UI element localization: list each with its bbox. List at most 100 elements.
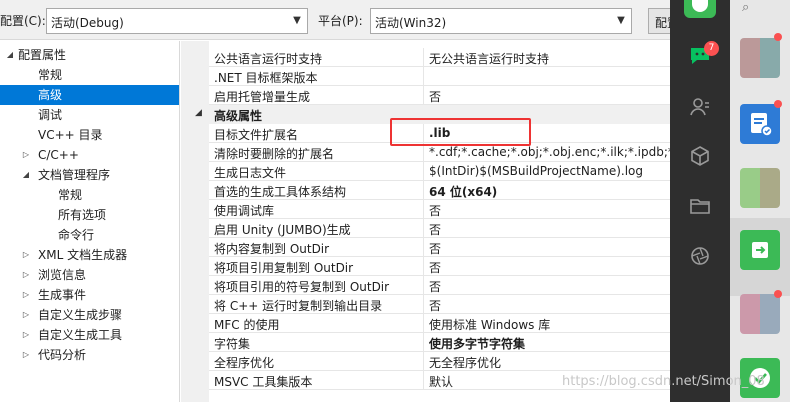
tree-item-label: VC++ 目录 [38, 128, 103, 142]
collapse-icon[interactable]: ◢ [195, 108, 202, 118]
property-name: 使用调试库 [214, 204, 275, 218]
expander-icon[interactable]: ▷ [20, 265, 32, 285]
property-name: .NET 目标框架版本 [214, 71, 318, 85]
property-value[interactable]: 64 位(x64) [429, 183, 497, 200]
property-name: 目标文件扩展名 [214, 128, 299, 142]
property-name: 将内容复制到 OutDir [214, 242, 330, 256]
property-row[interactable]: 生成日志文件 $(IntDir)$(MSBuildProjectName).lo… [181, 162, 670, 181]
property-value[interactable]: 否 [429, 221, 441, 238]
expander-icon[interactable]: ▷ [20, 325, 32, 345]
expander-icon[interactable]: ▷ [20, 145, 32, 165]
property-row[interactable]: 启用 Unity (JUMBO)生成 否 [181, 219, 670, 238]
property-value[interactable]: *.cdf;*.cache;*.obj;*.obj.enc;*.ilk;*.ip… [429, 145, 670, 159]
file-transfer-icon [752, 242, 768, 258]
tree-item-config-properties[interactable]: ◢ 配置属性 [0, 45, 179, 65]
unread-badge: 7 [704, 41, 719, 56]
category-advanced-properties[interactable]: ◢ 高级属性 [181, 105, 670, 124]
tree-item-all-options[interactable]: 所有选项 [0, 205, 179, 225]
tree-item-label: 所有选项 [58, 208, 107, 222]
contacts-icon[interactable] [688, 95, 712, 119]
avatar-icon[interactable] [684, 0, 716, 18]
tree-item-general[interactable]: 常规 [0, 65, 179, 85]
property-tree: ◢ 配置属性 常规 高级 调试 VC++ 目录 ▷ C/C++ ◢ 文档管理程序… [0, 41, 180, 402]
tree-item-custom-build-tool[interactable]: ▷ 自定义生成工具 [0, 325, 179, 345]
tree-item-label: 文档管理程序 [38, 168, 111, 182]
property-value[interactable]: 使用标准 Windows 库 [429, 316, 550, 333]
tree-item-doc-general[interactable]: 常规 [0, 185, 179, 205]
chat-avatar-transfer[interactable] [740, 230, 780, 270]
document-icon [751, 113, 773, 137]
property-row[interactable]: 启用托管增量生成 否 [181, 86, 670, 105]
property-row[interactable]: 目标文件扩展名 .lib [181, 124, 670, 143]
config-dropdown-value: 活动(Debug) [51, 16, 124, 30]
tree-item-doc-manager[interactable]: ◢ 文档管理程序 [0, 165, 179, 185]
tree-item-label: 命令行 [58, 228, 95, 242]
property-value[interactable]: 无公共语言运行时支持 [429, 50, 549, 67]
folder-icon[interactable] [688, 194, 712, 218]
property-value[interactable]: 否 [429, 202, 441, 219]
property-row[interactable]: 全程序优化 无全程序优化 [181, 352, 670, 371]
tree-item-label: C/C++ [38, 148, 79, 162]
chat-avatar[interactable] [740, 168, 780, 208]
moments-icon[interactable] [688, 244, 712, 268]
tree-item-command-line[interactable]: 命令行 [0, 225, 179, 245]
property-name: 启用 Unity (JUMBO)生成 [214, 223, 351, 237]
property-value[interactable]: 无全程序优化 [429, 354, 501, 371]
property-name: 生成日志文件 [214, 166, 287, 180]
property-name: 公共语言运行时支持 [214, 52, 323, 66]
property-value[interactable]: 否 [429, 259, 441, 276]
chevron-down-icon: ▼ [293, 15, 301, 26]
platform-dropdown-value: 活动(Win32) [375, 16, 447, 30]
property-row[interactable]: 清除时要删除的扩展名 *.cdf;*.cache;*.obj;*.obj.enc… [181, 143, 670, 162]
platform-dropdown[interactable]: 活动(Win32) ▼ [370, 8, 632, 34]
tree-item-custom-build-step[interactable]: ▷ 自定义生成步骤 [0, 305, 179, 325]
chat-avatar[interactable] [740, 38, 780, 78]
tree-item-label: 调试 [38, 108, 63, 122]
expander-icon[interactable]: ◢ [20, 165, 32, 185]
property-row[interactable]: 将项目引用复制到 OutDir 否 [181, 257, 670, 276]
property-row[interactable]: .NET 目标框架版本 [181, 67, 670, 86]
tree-item-advanced[interactable]: 高级 [0, 85, 179, 105]
expander-icon[interactable]: ▷ [20, 345, 32, 365]
property-name: MFC 的使用 [214, 318, 280, 332]
tree-item-browse-info[interactable]: ▷ 浏览信息 [0, 265, 179, 285]
property-row[interactable]: 公共语言运行时支持 无公共语言运行时支持 [181, 48, 670, 67]
property-name: 将 C++ 运行时复制到输出目录 [214, 299, 383, 313]
property-value[interactable]: $(IntDir)$(MSBuildProjectName).log [429, 164, 643, 178]
tree-item-debugging[interactable]: 调试 [0, 105, 179, 125]
property-value[interactable]: 使用多字节字符集 [429, 335, 525, 352]
tree-item-xml-doc-generator[interactable]: ▷ XML 文档生成器 [0, 245, 179, 265]
tree-item-label: 常规 [58, 188, 83, 202]
property-value[interactable]: 默认 [429, 373, 453, 390]
expander-icon[interactable]: ▷ [20, 285, 32, 305]
property-row[interactable]: 将 C++ 运行时复制到输出目录 否 [181, 295, 670, 314]
category-label: 高级属性 [214, 109, 263, 123]
tree-item-c-cpp[interactable]: ▷ C/C++ [0, 145, 179, 165]
property-row[interactable]: MFC 的使用 使用标准 Windows 库 [181, 314, 670, 333]
tree-item-build-events[interactable]: ▷ 生成事件 [0, 285, 179, 305]
property-value[interactable]: 否 [429, 88, 441, 105]
property-value[interactable]: 否 [429, 297, 441, 314]
property-row[interactable]: 首选的生成工具体系结构 64 位(x64) [181, 181, 670, 200]
property-row[interactable]: 将项目引用的符号复制到 OutDir 否 [181, 276, 670, 295]
chat-avatar[interactable] [740, 294, 780, 334]
property-value[interactable]: .lib [429, 126, 450, 140]
property-name: 首选的生成工具体系结构 [214, 185, 347, 199]
expander-icon[interactable]: ◢ [4, 45, 16, 65]
config-dropdown[interactable]: 活动(Debug) ▼ [46, 8, 308, 34]
tree-item-code-analysis[interactable]: ▷ 代码分析 [0, 345, 179, 365]
property-value[interactable]: 否 [429, 278, 441, 295]
tree-item-label: 高级 [38, 88, 63, 102]
cube-icon[interactable] [688, 144, 712, 168]
property-row[interactable]: 字符集 使用多字节字符集 [181, 333, 670, 352]
property-name: 字符集 [214, 337, 251, 351]
expander-icon[interactable]: ▷ [20, 305, 32, 325]
property-row[interactable]: 将内容复制到 OutDir 否 [181, 238, 670, 257]
property-row[interactable]: 使用调试库 否 [181, 200, 670, 219]
property-name: 将项目引用的符号复制到 OutDir [214, 280, 390, 294]
search-icon[interactable]: ⌕ [742, 0, 749, 15]
tree-item-vc-directories[interactable]: VC++ 目录 [0, 125, 179, 145]
chat-avatar-files[interactable] [740, 104, 780, 144]
property-value[interactable]: 否 [429, 240, 441, 257]
expander-icon[interactable]: ▷ [20, 245, 32, 265]
